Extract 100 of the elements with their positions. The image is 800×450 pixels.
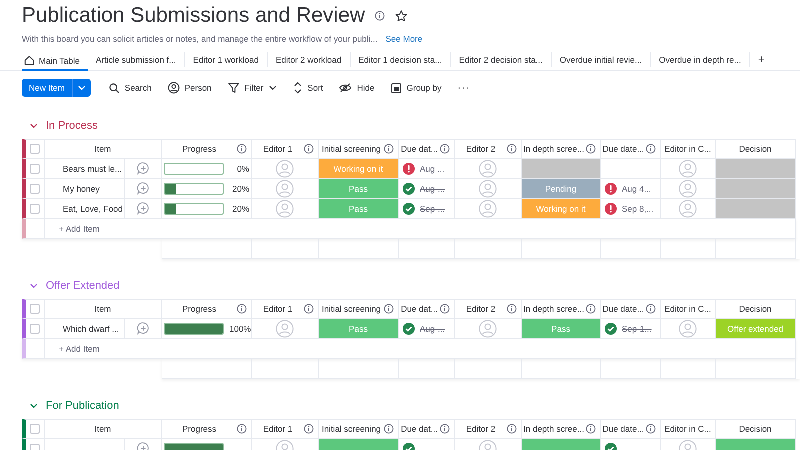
info-icon[interactable] — [237, 144, 247, 154]
view-tab[interactable]: Main Table — [22, 52, 88, 71]
info-icon[interactable] — [237, 424, 247, 434]
view-tab[interactable]: Article submission f... — [88, 52, 186, 67]
group-button[interactable]: Group by — [384, 79, 448, 97]
due-date: Aug-... — [420, 324, 446, 334]
info-icon[interactable] — [586, 144, 596, 154]
avatar-icon[interactable] — [276, 160, 294, 178]
info-icon[interactable] — [586, 424, 596, 434]
info-icon[interactable] — [384, 424, 394, 434]
due-date: Sep 8,... — [622, 204, 654, 214]
add-item-button[interactable]: + Add Item — [59, 224, 100, 234]
item-name[interactable]: Which dwarf ... — [63, 324, 120, 334]
avatar-icon[interactable] — [479, 320, 497, 338]
avatar-icon[interactable] — [679, 180, 697, 198]
check-circle-icon — [403, 202, 415, 214]
select-all-checkbox[interactable] — [30, 304, 40, 314]
row-checkbox[interactable] — [30, 164, 40, 174]
due-date: Aug ... — [420, 164, 445, 174]
person-icon — [168, 82, 180, 94]
info-icon[interactable] — [586, 304, 596, 314]
row-checkbox[interactable] — [30, 184, 40, 194]
caret-icon[interactable] — [78, 85, 86, 91]
more-button[interactable]: ··· — [452, 79, 477, 97]
avatar-icon[interactable] — [276, 180, 294, 198]
progress-percent: 100% — [230, 324, 250, 334]
info-icon[interactable] — [375, 11, 386, 21]
row-checkbox[interactable] — [30, 324, 40, 334]
info-icon[interactable] — [507, 424, 517, 434]
add-comment-icon[interactable] — [136, 162, 150, 175]
progress-percent: 20% — [231, 204, 250, 214]
see-more-link[interactable]: See More — [386, 34, 423, 44]
add-comment-icon[interactable] — [136, 182, 150, 195]
info-icon[interactable] — [507, 304, 517, 314]
avatar-icon[interactable] — [479, 180, 497, 198]
item-name[interactable]: Eat, Love, Food — [63, 204, 124, 214]
info-icon[interactable] — [646, 304, 656, 314]
view-tab[interactable]: Overdue initial revie... — [552, 52, 652, 67]
add-comment-icon[interactable] — [136, 202, 150, 215]
chevron-down-icon[interactable] — [30, 283, 38, 289]
avatar-icon[interactable] — [679, 160, 697, 178]
status-cell[interactable] — [716, 199, 796, 219]
info-icon[interactable] — [384, 304, 394, 314]
search-button[interactable]: Search — [102, 79, 158, 97]
avatar-icon[interactable] — [276, 320, 294, 338]
chevron-down-icon[interactable] — [30, 403, 38, 409]
person-button[interactable]: Person — [162, 79, 218, 97]
progress-percent: 20% — [231, 184, 250, 194]
info-icon[interactable] — [507, 144, 517, 154]
filter-icon — [228, 82, 240, 94]
info-icon[interactable] — [304, 304, 314, 314]
view-tab[interactable]: Editor 2 decision sta... — [451, 52, 552, 67]
star-icon[interactable] — [395, 10, 408, 22]
info-icon[interactable] — [440, 304, 450, 314]
row-checkbox[interactable] — [30, 204, 40, 214]
search-icon — [108, 82, 120, 94]
info-icon[interactable] — [384, 144, 394, 154]
avatar-icon[interactable] — [679, 200, 697, 218]
eye-slash-icon — [339, 83, 352, 93]
info-icon[interactable] — [304, 144, 314, 154]
alert-icon — [605, 202, 617, 214]
add-view-button[interactable]: + — [750, 50, 773, 70]
due-date: Aug-... — [420, 184, 446, 194]
filter-button[interactable]: Filter — [222, 79, 283, 97]
check-circle-icon — [403, 182, 415, 194]
group-title[interactable]: Offer Extended — [46, 280, 120, 292]
status-cell[interactable] — [522, 159, 601, 179]
info-icon[interactable] — [440, 144, 450, 154]
info-icon[interactable] — [646, 424, 656, 434]
group-title[interactable]: For Publication — [46, 400, 120, 412]
caret-icon — [268, 85, 277, 91]
check-circle-icon — [605, 322, 617, 334]
info-icon[interactable] — [440, 424, 450, 434]
group-title[interactable]: In Process — [46, 120, 98, 132]
info-icon[interactable] — [646, 144, 656, 154]
avatar-icon[interactable] — [276, 200, 294, 218]
view-tab[interactable]: Overdue in depth re... — [651, 52, 750, 67]
view-tab[interactable]: Editor 1 workload — [185, 52, 268, 67]
add-comment-icon[interactable] — [136, 322, 150, 335]
select-all-checkbox[interactable] — [30, 144, 40, 154]
select-all-checkbox[interactable] — [30, 424, 40, 434]
status-cell[interactable] — [716, 159, 796, 179]
status-cell[interactable] — [716, 179, 796, 199]
chevron-down-icon[interactable] — [30, 123, 38, 129]
item-name[interactable]: Bears must le... — [63, 164, 122, 174]
add-item-button[interactable]: + Add Item — [59, 344, 100, 354]
hide-button[interactable]: Hide — [333, 79, 381, 97]
home-icon — [24, 55, 35, 66]
view-tab[interactable]: Editor 2 workload — [268, 52, 351, 67]
avatar-icon[interactable] — [479, 160, 497, 178]
view-tab[interactable]: Editor 1 decision sta... — [350, 52, 452, 67]
avatar-icon[interactable] — [479, 200, 497, 218]
due-date: Sep-... — [420, 204, 446, 214]
sort-button[interactable]: Sort — [286, 79, 330, 97]
item-name[interactable]: My honey — [63, 184, 100, 194]
alert-icon — [403, 162, 415, 174]
info-icon[interactable] — [304, 424, 314, 434]
avatar-icon[interactable] — [679, 320, 697, 338]
sort-icon — [292, 82, 303, 94]
info-icon[interactable] — [237, 304, 247, 314]
